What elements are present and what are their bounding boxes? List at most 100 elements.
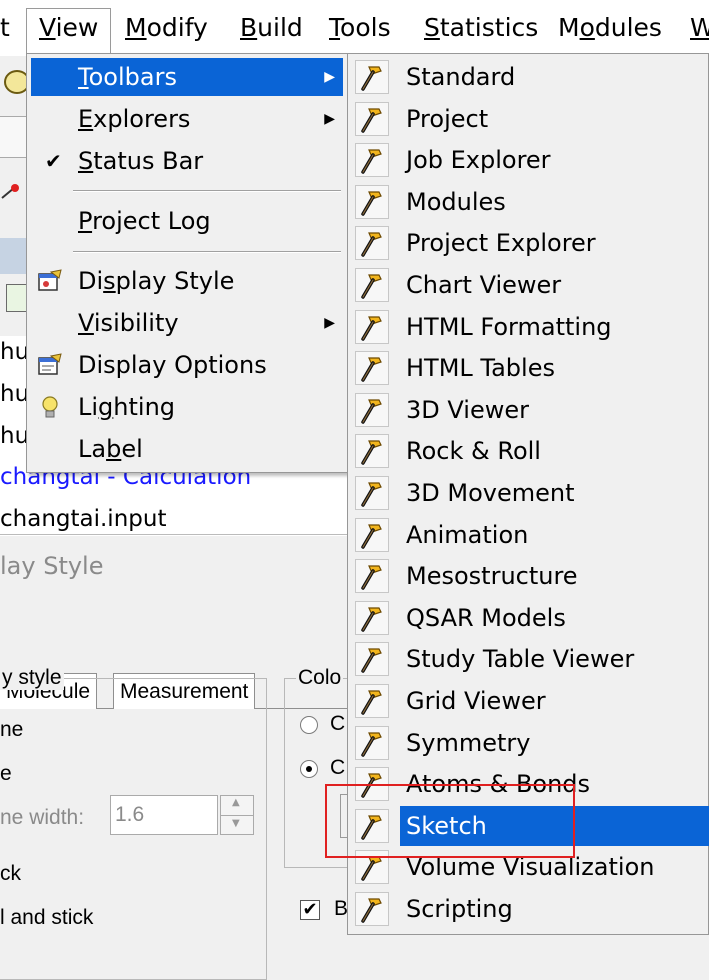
toolbar-item-rock-roll[interactable]: Rock & Roll	[352, 431, 706, 471]
display-options-icon	[38, 353, 62, 375]
color-group-label: Colo	[296, 666, 344, 690]
hammer-icon	[355, 60, 389, 94]
toolbar-item-label: Modules	[406, 187, 506, 216]
toolbar-item-label: HTML Formatting	[406, 312, 612, 341]
menu-item-label-item[interactable]: Label	[31, 430, 343, 468]
panel-title: lay Style	[0, 552, 104, 580]
menu-bar: t View Modify Build Tools Statistics Mod…	[0, 0, 709, 56]
hammer-icon	[355, 559, 389, 594]
hammer-icon	[355, 184, 389, 219]
option-ball-and-stick[interactable]: l and stick	[0, 906, 93, 930]
hammer-icon	[355, 143, 389, 178]
lightbulb-icon	[42, 396, 58, 418]
stepper-divider	[221, 815, 253, 816]
hammer-icon	[355, 684, 389, 718]
stepper-up-icon[interactable]: ▲	[232, 797, 240, 808]
line-width-label: ne width:	[0, 806, 85, 829]
toolbar-item-chart-viewer[interactable]: Chart Viewer	[352, 265, 706, 305]
menu-item-lighting[interactable]: Lighting	[31, 388, 343, 426]
toolbar-item-label: Scripting	[406, 895, 513, 923]
menu-item-display-style[interactable]: Display Style	[31, 262, 343, 300]
menu-item-visibility[interactable]: Visibility ▶	[31, 304, 343, 342]
line-width-stepper[interactable]: ▲ ▼	[220, 795, 254, 835]
toolbar-item-label: Standard	[406, 63, 516, 91]
hammer-icon	[355, 892, 389, 926]
toolbar-item-label: Project Explorer	[406, 229, 596, 258]
menu-window[interactable]: W	[690, 12, 709, 44]
view-menu: Toolbars ▶ Explorers ▶ ✔ Status Bar Proj…	[26, 53, 348, 473]
menu-item-label: Project Log	[78, 207, 211, 235]
line-width-input[interactable]: 1.6	[110, 795, 218, 835]
submenu-arrow-icon: ▶	[324, 315, 335, 331]
toolbar-item-label: Chart Viewer	[406, 271, 562, 299]
checkmark-icon: ✔	[45, 149, 62, 173]
line-width-value: 1.6	[115, 803, 145, 826]
menu-tools[interactable]: Tools	[329, 12, 391, 44]
toolbar-item-project[interactable]: Project	[352, 99, 706, 139]
menu-item-project-log[interactable]: Project Log	[31, 202, 343, 240]
hammer-icon	[355, 268, 389, 302]
option-stick[interactable]: ck	[0, 862, 21, 886]
toolbar-item-grid-viewer[interactable]: Grid Viewer	[352, 681, 706, 721]
toolbar-item-label: Mesostructure	[406, 562, 578, 591]
toolbar-item-label: QSAR Models	[406, 603, 566, 632]
menu-item-label: Display Options	[78, 351, 267, 379]
menu-item-explorers[interactable]: Explorers ▶	[31, 100, 343, 138]
toolbar-item-study-table-viewer[interactable]: Study Table Viewer	[352, 639, 706, 679]
checkbox-bonds-label: B	[334, 897, 349, 920]
toolbar-item-label: 3D Viewer	[406, 395, 529, 424]
toolbar-item-label: Animation	[406, 520, 529, 549]
toolbar-item-animation[interactable]: Animation	[352, 515, 706, 555]
hammer-icon	[355, 725, 389, 760]
menu-item-label: Status Bar	[78, 147, 204, 175]
radio-color-1[interactable]	[300, 716, 318, 734]
option-line[interactable]: ne	[0, 718, 23, 742]
toolbar-item-html-formatting[interactable]: HTML Formatting	[352, 307, 706, 347]
toolbar-item-job-explorer[interactable]: Job Explorer	[352, 140, 706, 180]
display-style-icon	[38, 269, 62, 291]
menu-statistics[interactable]: Statistics	[424, 12, 538, 44]
tree-row-input[interactable]: changtai.input	[0, 506, 350, 532]
toolbar-item-standard[interactable]: Standard	[352, 57, 706, 97]
submenu-arrow-icon: ▶	[324, 111, 335, 127]
menu-item-label: Toolbars	[78, 63, 177, 91]
menu-separator	[73, 190, 341, 192]
toolbar-strip	[0, 116, 27, 158]
menu-item-label: Visibility	[78, 309, 179, 337]
hammer-icon	[355, 600, 389, 635]
toolbar-draw-icon[interactable]	[0, 184, 19, 199]
toolbar-item-qsar-models[interactable]: QSAR Models	[352, 598, 706, 638]
menu-build[interactable]: Build	[240, 12, 303, 44]
menu-view[interactable]: View	[26, 8, 112, 56]
stepper-down-icon[interactable]: ▼	[232, 818, 240, 829]
menu-item-label: Lighting	[78, 393, 176, 421]
toolbar-item-label: Grid Viewer	[406, 687, 546, 715]
toolbar-item-label: 3D Movement	[406, 479, 575, 507]
checkbox-bonds[interactable]: ✔	[300, 900, 320, 920]
toolbar-item-mesostructure[interactable]: Mesostructure	[352, 556, 706, 596]
hammer-icon	[355, 517, 389, 552]
toolbar-item-scripting[interactable]: Scripting	[352, 889, 706, 929]
menu-modules[interactable]: Modules	[558, 12, 662, 44]
menu-item-status-bar[interactable]: ✔ Status Bar	[31, 142, 343, 180]
toolbar-item-3d-movement[interactable]: 3D Movement	[352, 473, 706, 513]
toolbar-item-label: Rock & Roll	[406, 437, 541, 466]
option-tube[interactable]: e	[0, 762, 12, 786]
submenu-arrow-icon: ▶	[324, 69, 335, 85]
toolbar-item-label: HTML Tables	[406, 354, 555, 383]
menu-edit[interactable]: t	[0, 12, 10, 44]
divider	[0, 534, 350, 535]
radio-color-2[interactable]	[300, 760, 318, 778]
menu-item-toolbars[interactable]: Toolbars ▶	[31, 58, 343, 96]
toolbar-item-3d-viewer[interactable]: 3D Viewer	[352, 390, 706, 430]
hammer-icon	[355, 434, 389, 469]
toolbar-item-symmetry[interactable]: Symmetry	[352, 723, 706, 763]
toolbar-item-project-explorer[interactable]: Project Explorer	[352, 223, 706, 263]
toolbar-item-modules[interactable]: Modules	[352, 182, 706, 222]
menu-item-display-options[interactable]: Display Options	[31, 346, 343, 384]
menu-item-label: Label	[78, 435, 143, 463]
radio-color-2-label: C	[330, 756, 346, 779]
hammer-icon	[355, 642, 389, 677]
toolbar-item-html-tables[interactable]: HTML Tables	[352, 348, 706, 388]
menu-modify[interactable]: Modify	[125, 12, 208, 44]
